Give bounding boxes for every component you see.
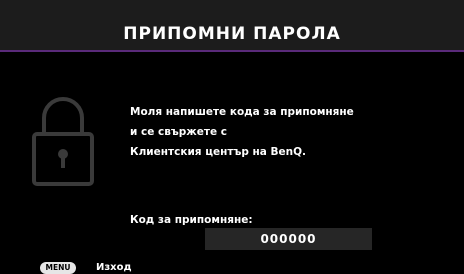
header-divider [0, 50, 464, 52]
message-line: и се свържете с [130, 126, 227, 138]
exit-label: Изход [96, 262, 132, 273]
menu-button[interactable]: MENU [40, 262, 76, 274]
recall-code-label: Код за припомняне: [130, 214, 253, 226]
instruction-message: Моля напишете кода за припомняне и се св… [130, 102, 354, 162]
dialog-title: ПРИПОМНИ ПАРОЛА [123, 24, 341, 44]
dialog-header: ПРИПОМНИ ПАРОЛА [0, 0, 464, 52]
recall-code-value: 000000 [205, 228, 372, 250]
lock-icon [28, 90, 98, 194]
message-line: Моля напишете кода за припомняне [130, 106, 354, 118]
message-line: Клиентския център на BenQ. [130, 146, 307, 158]
